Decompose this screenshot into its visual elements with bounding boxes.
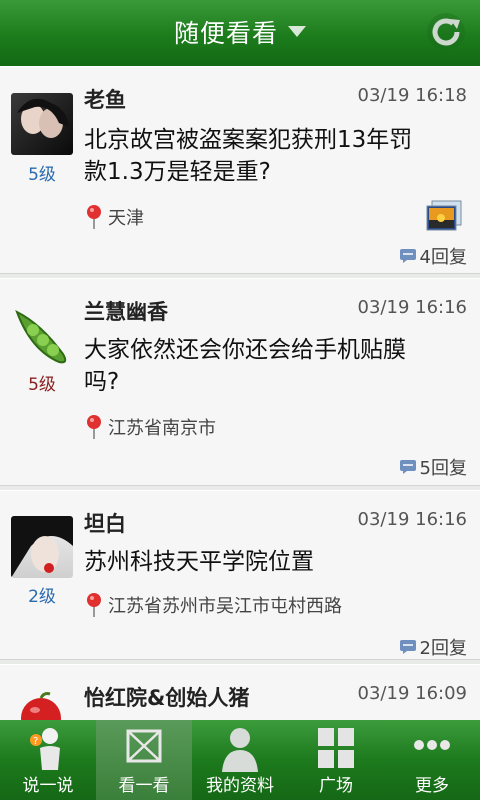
avatar[interactable] [16, 690, 66, 720]
reply-count[interactable]: 4回复 [399, 243, 467, 269]
tab-label: 说一说 [22, 776, 74, 796]
tab-label: 广场 [319, 776, 353, 796]
post-text-line: 北京故宫被盗案案犯获刑13年罚 [84, 127, 413, 153]
person-speak-icon: ? [30, 728, 60, 770]
tab-speak[interactable]: ? 说一说 [0, 720, 96, 800]
map-pin-icon [87, 415, 101, 439]
post-text[interactable]: 北京故宫被盗案案犯获刑13年罚 款1.3万是轻是重? [84, 124, 464, 188]
tab-square[interactable]: 广场 [288, 720, 384, 800]
refresh-icon[interactable] [426, 12, 466, 52]
avatar[interactable] [11, 516, 73, 578]
tab-look[interactable]: 看一看 [96, 720, 192, 800]
comment-icon [399, 460, 416, 474]
map-pin-icon [87, 205, 101, 229]
post-item[interactable]: 2级 坦白 03/19 16:16 苏州科技天平学院位置 江苏省苏州市吴江市屯村… [0, 490, 480, 660]
location: 天津 [84, 204, 144, 230]
user-name[interactable]: 坦白 [84, 508, 126, 538]
post-text-line: 款1.3万是轻是重? [84, 159, 271, 185]
tab-more[interactable]: 更多 [384, 720, 480, 800]
location: 江苏省南京市 [84, 414, 216, 440]
user-level: 2级 [28, 587, 56, 607]
post-item[interactable]: 5级 兰慧幽香 03/19 16:16 大家依然还会你还会给手机贴膜 吗? 江苏… [0, 278, 480, 486]
post-time: 03/19 16:18 [357, 85, 467, 106]
reply-count-text: 4回复 [419, 247, 467, 268]
post-time: 03/19 16:16 [357, 509, 467, 530]
reply-count-text: 5回复 [419, 458, 467, 479]
user-name[interactable]: 老鱼 [84, 84, 126, 114]
post-text[interactable]: 大家依然还会你还会给手机贴膜 吗? [84, 334, 464, 398]
comment-icon [399, 640, 416, 654]
post-feed[interactable]: 5级 老鱼 03/19 16:18 北京故宫被盗案案犯获刑13年罚 款1.3万是… [0, 66, 480, 720]
user-level: 5级 [28, 165, 56, 185]
avatar[interactable] [11, 304, 73, 366]
user-name[interactable]: 兰慧幽香 [84, 296, 168, 326]
bottom-tab-bar: ? 说一说 看一看 我的资料 广场 更多 [0, 720, 480, 800]
profile-icon [222, 728, 258, 772]
post-time: 03/19 16:09 [357, 683, 467, 704]
location-text: 天津 [108, 208, 144, 229]
more-icon [414, 740, 450, 750]
user-level: 5级 [28, 375, 56, 395]
tab-profile[interactable]: 我的资料 [192, 720, 288, 800]
user-name[interactable]: 怡红院&创始人猪 [84, 682, 249, 712]
comment-icon [399, 249, 416, 263]
reply-count[interactable]: 5回复 [399, 454, 467, 480]
reply-count-text: 2回复 [419, 638, 467, 659]
svg-text:?: ? [33, 736, 38, 747]
post-text[interactable]: 苏州科技天平学院位置 [84, 546, 464, 578]
location-text: 江苏省苏州市吴江市屯村西路 [108, 596, 342, 617]
tab-label: 更多 [415, 776, 449, 796]
page-title: 随便看看 [173, 19, 278, 48]
envelope-icon [126, 729, 162, 763]
location-text: 江苏省南京市 [108, 418, 216, 439]
photo-attachment-icon[interactable] [426, 200, 462, 232]
post-time: 03/19 16:16 [357, 297, 467, 318]
post-text-line: 吗? [84, 369, 120, 395]
post-text-line: 大家依然还会你还会给手机贴膜 [84, 337, 406, 363]
tab-label: 我的资料 [206, 776, 274, 796]
map-pin-icon [87, 593, 101, 617]
dropdown-arrow-icon [288, 26, 306, 37]
view-selector[interactable]: 随便看看 [0, 14, 480, 50]
reply-count[interactable]: 2回复 [399, 634, 467, 660]
tab-label: 看一看 [118, 776, 170, 796]
post-item[interactable]: 怡红院&创始人猪 03/19 16:09 [0, 664, 480, 720]
avatar[interactable] [11, 93, 73, 155]
post-item[interactable]: 5级 老鱼 03/19 16:18 北京故宫被盗案案犯获刑13年罚 款1.3万是… [0, 66, 480, 274]
grid-icon [318, 728, 354, 768]
post-text-line: 苏州科技天平学院位置 [84, 549, 314, 575]
top-bar: 随便看看 [0, 0, 480, 66]
location: 江苏省苏州市吴江市屯村西路 [84, 592, 342, 618]
